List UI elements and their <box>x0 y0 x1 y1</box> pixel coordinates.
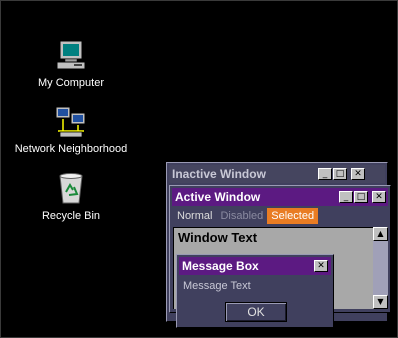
desktop: My Computer Network Neighborhood Recycle… <box>0 0 398 338</box>
close-icon: ✕ <box>354 169 362 179</box>
close-icon: ✕ <box>375 192 383 202</box>
computer-icon <box>54 39 88 73</box>
desktop-icon-label: My Computer <box>37 77 105 89</box>
desktop-icon-my-computer[interactable]: My Computer <box>11 39 131 89</box>
minimize-icon: _ <box>322 169 328 179</box>
menu-item-normal[interactable]: Normal <box>173 208 216 224</box>
desktop-icon-network-neighborhood[interactable]: Network Neighborhood <box>11 105 131 155</box>
close-button[interactable]: ✕ <box>314 260 328 272</box>
close-button[interactable]: ✕ <box>351 168 365 180</box>
close-icon: ✕ <box>317 261 325 271</box>
arrow-up-icon: ▲ <box>377 229 384 238</box>
menu-item-disabled: Disabled <box>220 210 264 222</box>
ok-button[interactable]: OK <box>225 302 287 322</box>
network-icon <box>54 105 88 139</box>
desktop-icon-label: Network Neighborhood <box>14 143 128 155</box>
message-box-title: Message Box <box>182 259 259 273</box>
recycle-bin-icon <box>54 172 88 206</box>
desktop-icon-label: Recycle Bin <box>41 210 101 222</box>
desktop-icon-recycle-bin[interactable]: Recycle Bin <box>11 172 131 222</box>
window-text: Window Text <box>178 230 258 245</box>
vertical-scrollbar[interactable]: ▲ ▼ <box>373 227 388 309</box>
maximize-button[interactable]: □ <box>333 168 347 180</box>
message-text: Message Text <box>183 280 251 292</box>
scroll-down-button[interactable]: ▼ <box>373 295 388 309</box>
window-title: Inactive Window <box>172 167 266 181</box>
menu-bar: Normal Disabled Selected <box>173 208 319 224</box>
menu-item-selected[interactable]: Selected <box>267 208 319 224</box>
close-button[interactable]: ✕ <box>372 191 386 203</box>
maximize-icon: □ <box>356 192 366 202</box>
minimize-icon: _ <box>343 192 349 202</box>
arrow-down-icon: ▼ <box>377 297 384 306</box>
message-box[interactable]: Message Box ✕ Message Text OK <box>176 254 334 328</box>
minimize-button[interactable]: _ <box>339 191 353 203</box>
minimize-button[interactable]: _ <box>318 168 332 180</box>
message-box-titlebar[interactable]: Message Box <box>179 257 331 275</box>
scroll-up-button[interactable]: ▲ <box>373 227 388 241</box>
window-title: Active Window <box>175 190 261 204</box>
maximize-button[interactable]: □ <box>354 191 368 203</box>
maximize-icon: □ <box>335 169 345 179</box>
